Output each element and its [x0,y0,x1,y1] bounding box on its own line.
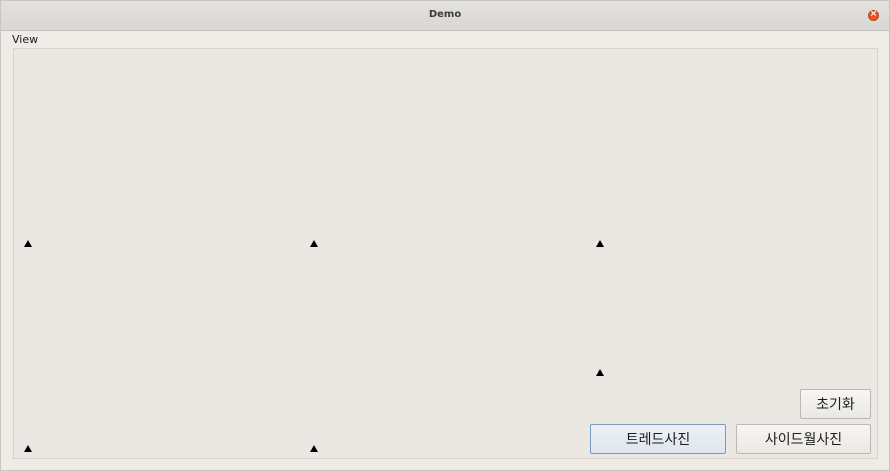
view-panel [13,48,878,459]
reset-button[interactable]: 초기화 [800,389,871,419]
close-icon: × [869,9,878,19]
title-bar[interactable]: Demo × [1,1,889,31]
triangle-marker-icon [310,240,318,247]
app-window: Demo × View 초기화 트레드사진 사이드월사진 [0,0,890,471]
triangle-marker-icon [310,445,318,452]
triangle-marker-icon [596,369,604,376]
triangle-marker-icon [596,240,604,247]
sidewall-photo-button[interactable]: 사이드월사진 [736,424,871,454]
triangle-marker-icon [24,240,32,247]
view-label: View [12,33,39,46]
window-title: Demo [428,9,462,20]
triangle-marker-icon [24,445,32,452]
close-window-button[interactable]: × [868,9,879,21]
tread-photo-button[interactable]: 트레드사진 [590,424,726,454]
